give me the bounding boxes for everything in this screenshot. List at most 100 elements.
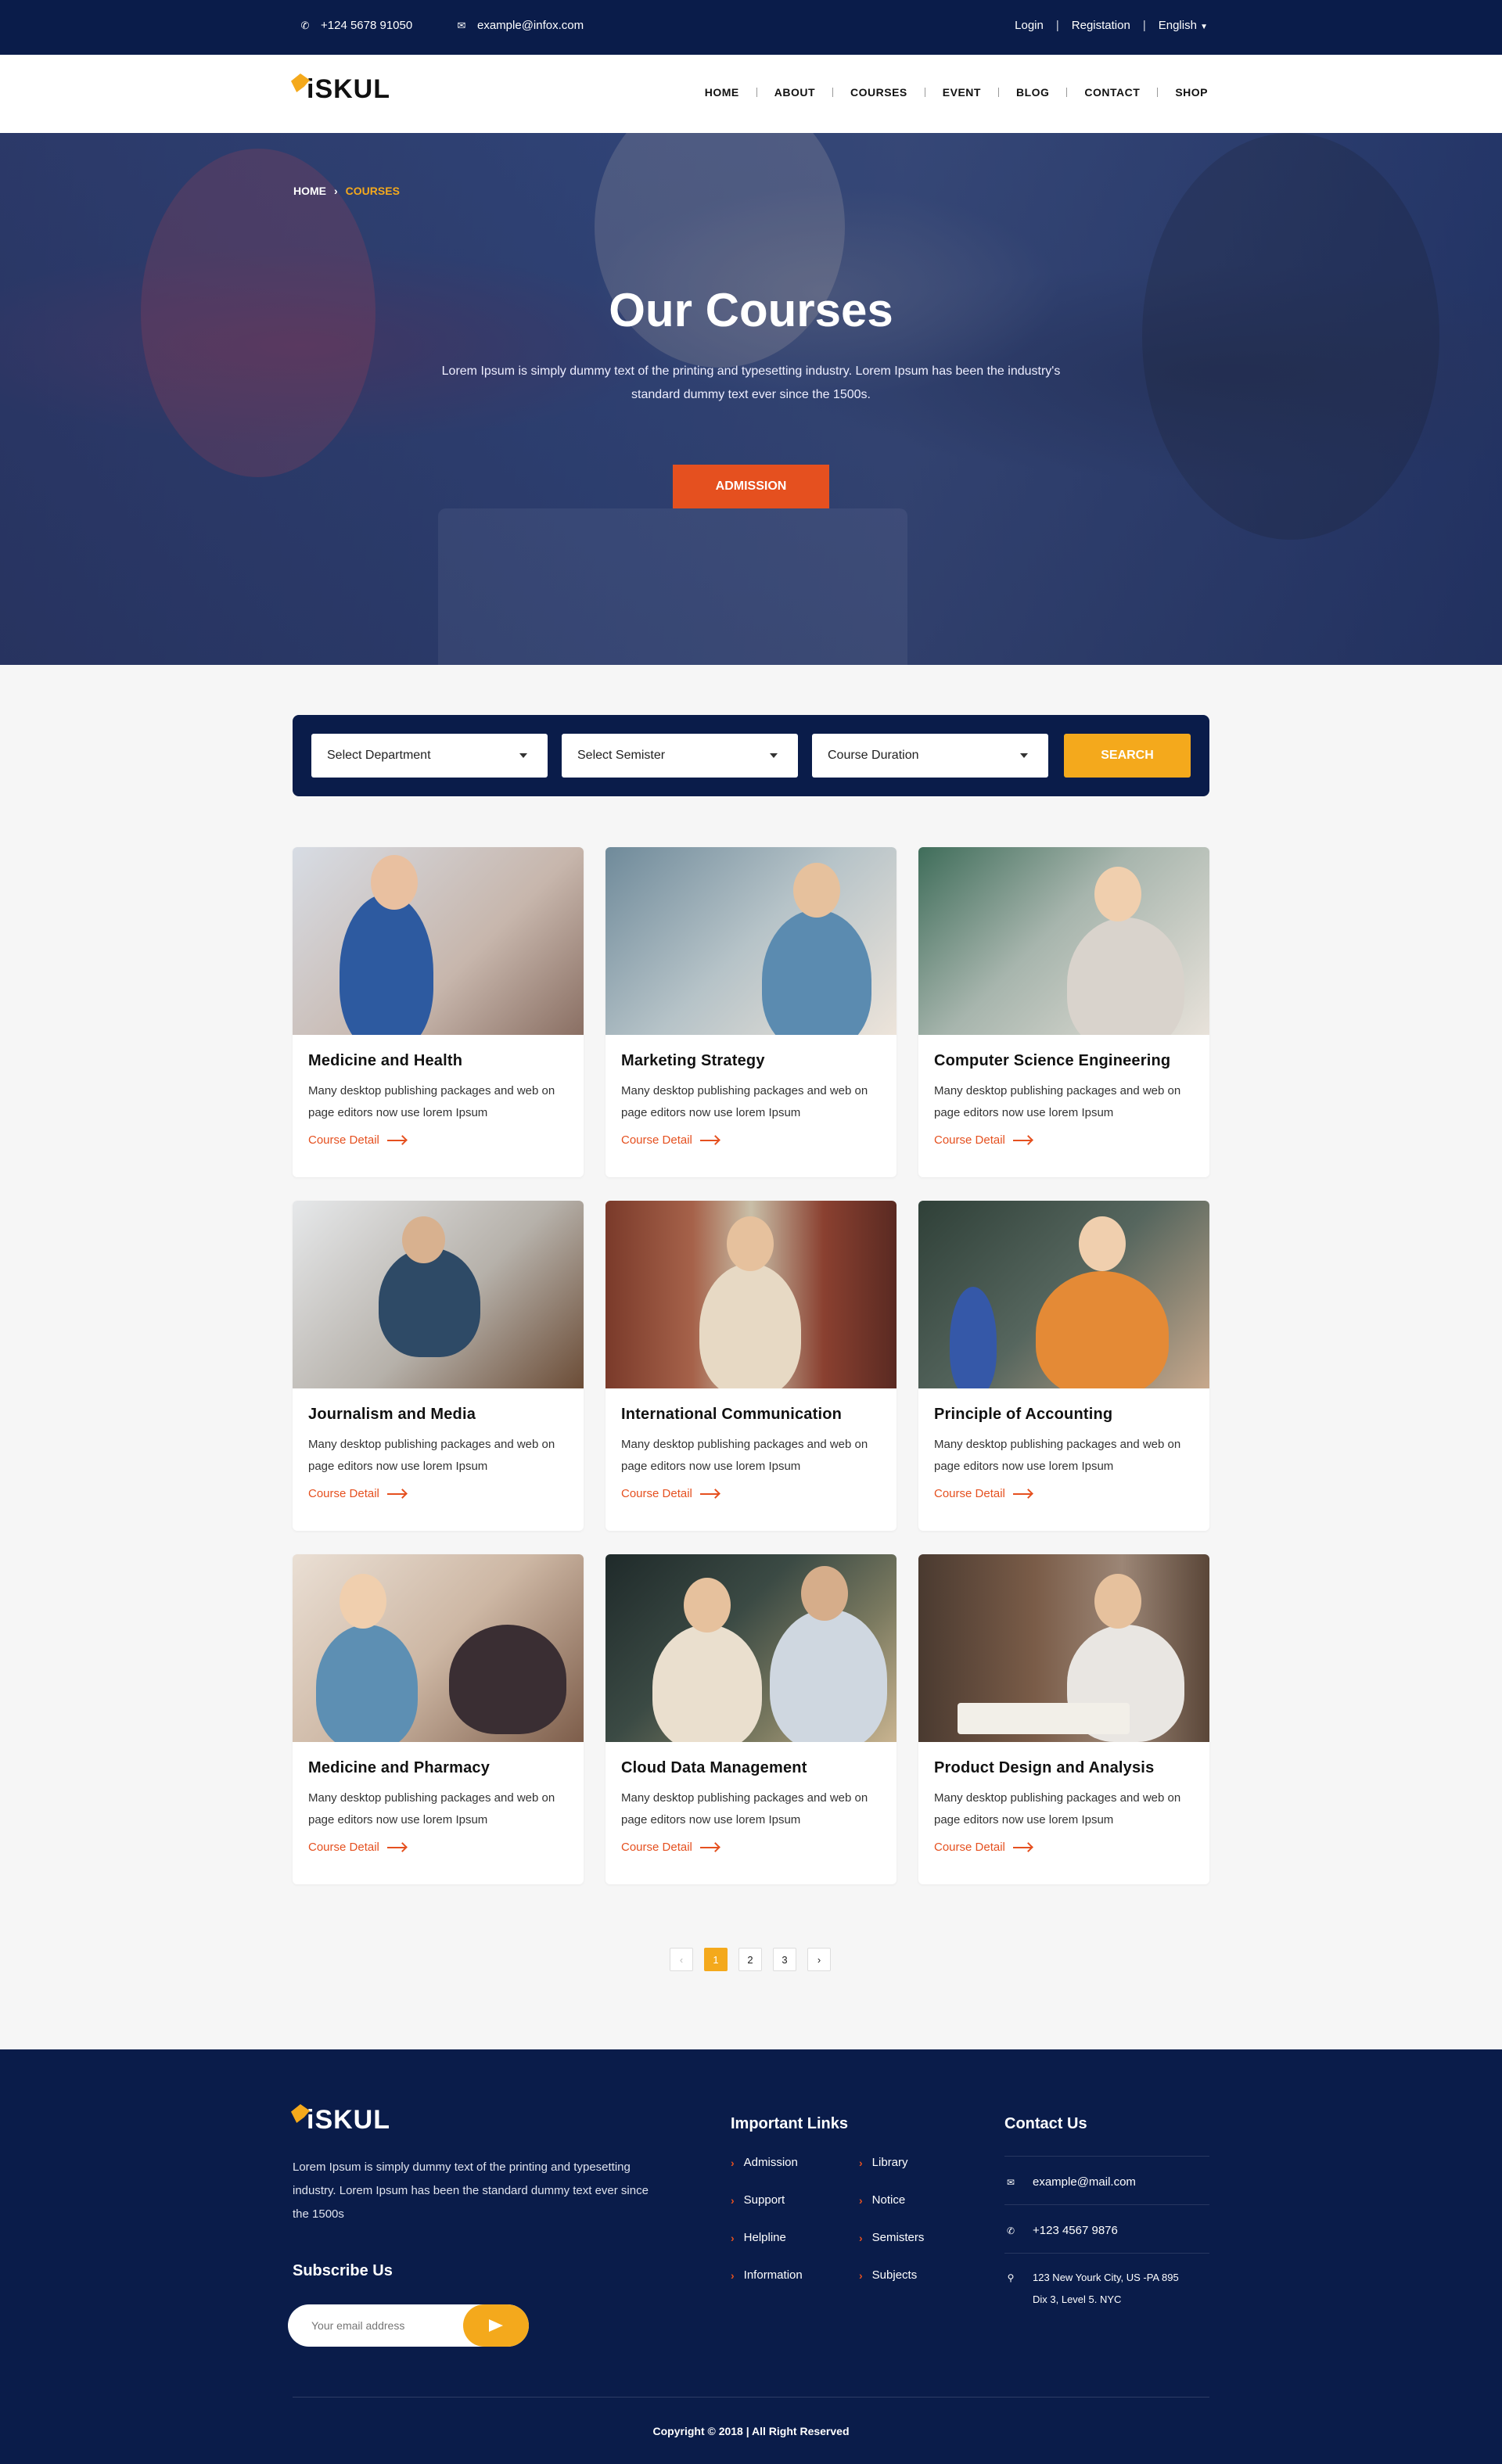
mail-icon: ✉ [1006,2177,1015,2188]
footer-link-semesters[interactable]: › Semisters [859,2231,924,2244]
topbar-phone[interactable]: ✆ +124 5678 91050 [299,19,413,32]
course-detail-label: Course Detail [308,1487,379,1500]
course-detail-link[interactable]: Course Detail [934,1487,1032,1500]
semester-select[interactable]: Select Semister [562,734,798,778]
course-image [605,847,897,1035]
course-detail-link[interactable]: Course Detail [621,1133,719,1147]
phone-icon: ✆ [300,19,310,31]
admission-button[interactable]: ADMISSION [673,465,829,508]
topbar-divider: | [1142,19,1146,32]
course-description: Many desktop publishing packages and web… [308,1084,555,1119]
arrow-right-icon [699,1139,719,1141]
registration-link[interactable]: Registation [1072,19,1130,32]
course-title: Product Design and Analysis [934,1759,1155,1776]
course-card[interactable]: Medicine and Pharmacy Many desktop publi… [293,1554,584,1884]
nav-home[interactable]: HOME [688,86,756,99]
course-description: Many desktop publishing packages and web… [621,1084,868,1119]
course-card[interactable]: Principle of Accounting Many desktop pub… [918,1201,1209,1531]
course-description: Many desktop publishing packages and web… [621,1791,868,1826]
nav-shop[interactable]: SHOP [1158,86,1208,99]
course-card[interactable]: Medicine and Health Many desktop publish… [293,847,584,1177]
pagination-prev[interactable]: ‹ [670,1948,693,1971]
main-menu: HOME ABOUT COURSES EVENT BLOG CONTACT SH… [688,86,1208,99]
contact-divider [1004,2253,1209,2254]
address-line-2: Dix 3, Level 5. NYC [1033,2293,1122,2305]
course-detail-label: Course Detail [934,1841,1005,1854]
footer-link-notice[interactable]: › Notice [859,2193,905,2207]
duration-select-value: Course Duration [828,749,919,762]
breadcrumb: HOME › COURSES [293,185,400,197]
nav-courses[interactable]: COURSES [833,86,925,99]
footer-link-information[interactable]: › Information [731,2268,803,2282]
language-selector[interactable]: English ▼ [1159,19,1208,32]
course-detail-label: Course Detail [934,1133,1005,1147]
nav-about[interactable]: ABOUT [757,86,832,99]
course-card[interactable]: Cloud Data Management Many desktop publi… [605,1554,897,1884]
subscribe-heading: Subscribe Us [293,2262,393,2279]
login-link[interactable]: Login [1015,19,1044,32]
arrow-right-icon [1012,1139,1032,1141]
arrow-right-icon [386,1492,406,1495]
course-card[interactable]: Product Design and Analysis Many desktop… [918,1554,1209,1884]
footer-link-library[interactable]: › Library [859,2156,908,2169]
course-detail-link[interactable]: Course Detail [934,1133,1032,1147]
pagination-page-1[interactable]: 1 [704,1948,728,1971]
nav-contact[interactable]: CONTACT [1067,86,1157,99]
course-card[interactable]: International Communication Many desktop… [605,1201,897,1531]
important-links-heading: Important Links [731,2115,849,2132]
topbar-email[interactable]: ✉ example@infox.com [455,19,584,32]
hero-banner: HOME › COURSES Our Courses Lorem Ipsum i… [0,133,1502,665]
footer-link-label: Subjects [871,2268,918,2282]
course-title: Cloud Data Management [621,1759,807,1776]
language-label: English [1158,19,1197,32]
pagination-next[interactable]: › [807,1948,831,1971]
footer-contact-email[interactable]: ✉ example@mail.com [1004,2171,1209,2193]
course-image [293,847,584,1035]
footer-link-subjects[interactable]: › Subjects [859,2268,917,2282]
chevron-right-icon: › [731,2156,735,2169]
nav-event[interactable]: EVENT [925,86,998,99]
semester-select-value: Select Semister [577,749,666,762]
subscribe-submit-button[interactable] [463,2304,529,2347]
course-card[interactable]: Journalism and Media Many desktop publis… [293,1201,584,1531]
site-logo[interactable]: iSKUL [291,74,390,105]
pagination-page-2[interactable]: 2 [738,1948,762,1971]
course-title: International Communication [621,1406,843,1423]
course-description: Many desktop publishing packages and web… [934,1084,1181,1119]
footer-contact-email-text: example@mail.com [1033,2175,1136,2189]
footer-link-admission[interactable]: › Admission [731,2156,798,2169]
caret-down-icon [519,753,527,758]
course-detail-label: Course Detail [308,1841,379,1854]
course-search-bar: Select Department Select Semister Course… [293,715,1209,796]
course-card[interactable]: Marketing Strategy Many desktop publishi… [605,847,897,1177]
footer-link-label: Information [743,2268,803,2282]
address-line-1: 123 New Yourk City, US -PA 895 [1033,2272,1179,2283]
search-button[interactable]: SEARCH [1064,734,1191,778]
footer-contact-phone[interactable]: ✆ +123 4567 9876 [1004,2220,1209,2242]
course-card[interactable]: Computer Science Engineering Many deskto… [918,847,1209,1177]
footer-link-helpline[interactable]: › Helpline [731,2231,786,2244]
course-detail-link[interactable]: Course Detail [308,1133,406,1147]
nav-blog[interactable]: BLOG [999,86,1066,99]
course-description: Many desktop publishing packages and web… [934,1791,1181,1826]
arrow-right-icon [1012,1492,1032,1495]
course-detail-link[interactable]: Course Detail [308,1487,406,1500]
main-navbar: iSKUL HOME ABOUT COURSES EVENT BLOG CONT… [0,55,1502,133]
location-pin-icon: ⚲ [1007,2272,1015,2283]
course-detail-link[interactable]: Course Detail [934,1841,1032,1854]
footer-link-label: Library [871,2156,908,2169]
course-detail-link[interactable]: Course Detail [308,1841,406,1854]
footer-link-support[interactable]: › Support [731,2193,785,2207]
department-select[interactable]: Select Department [311,734,548,778]
course-detail-label: Course Detail [621,1133,692,1147]
course-detail-link[interactable]: Course Detail [621,1487,719,1500]
footer-link-label: Admission [743,2156,798,2169]
pagination-page-3[interactable]: 3 [773,1948,796,1971]
course-description: Many desktop publishing packages and web… [308,1791,555,1826]
course-detail-label: Course Detail [621,1487,692,1500]
duration-select[interactable]: Course Duration [812,734,1048,778]
breadcrumb-home[interactable]: HOME [293,185,326,197]
course-detail-link[interactable]: Course Detail [621,1841,719,1854]
footer-logo[interactable]: iSKUL [291,2104,390,2135]
course-description: Many desktop publishing packages and web… [308,1438,555,1473]
